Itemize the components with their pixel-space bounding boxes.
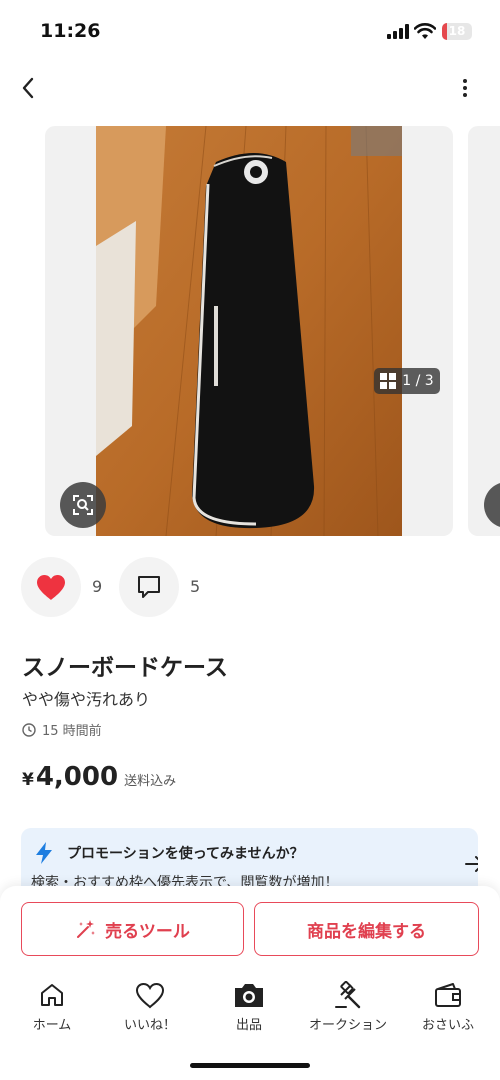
back-button[interactable] [12,72,44,104]
tab-wallet-label: おさいふ [421,1018,474,1033]
grid-icon [380,373,397,389]
like-button[interactable] [21,557,81,617]
image-counter: 1 / 3 [374,368,440,394]
edit-item-button[interactable]: 商品を編集する [254,902,479,956]
gavel-icon [335,981,361,1009]
image-carousel[interactable]: 1 / 3 [0,126,500,536]
bolt-icon [36,842,52,864]
comment-icon [138,576,160,598]
shipping-label: 送料込み [124,774,177,789]
home-indicator [190,1063,310,1068]
like-count: 9 [92,577,103,596]
carousel-slide[interactable]: 1 / 3 [45,126,453,536]
lens-search-button[interactable] [60,482,106,528]
posted-time-label: 15 時間前 [42,724,102,739]
price-value: 4,000 [35,762,119,792]
tab-wallet[interactable]: おさいふ [398,980,498,1033]
arrow-right-icon [465,856,478,872]
price-currency: ¥ [22,770,34,790]
sell-tool-label: 売るツール [105,921,190,942]
tab-likes[interactable]: いいね！ [100,980,200,1033]
carousel-slide-next[interactable] [468,126,500,536]
tab-listing-label: 出品 [235,1018,262,1033]
posted-time: 15 時間前 [22,720,102,739]
battery-icon: 18 [442,23,472,40]
product-title: スノーボードケース [22,655,228,681]
tab-auction-label: オークション [308,1018,387,1033]
edit-item-label: 商品を編集する [307,921,426,942]
promotion-title: プロモーションを使ってみませんか？ [67,846,304,862]
price: ¥ 4,000 送料込み [22,762,176,792]
comment-count: 5 [190,577,201,596]
tab-home-label: ホーム [32,1018,72,1033]
camera-icon [235,984,263,1007]
back-icon [22,77,34,99]
more-button[interactable] [450,72,480,104]
wifi-icon [414,23,436,39]
battery-level: 18 [448,24,466,38]
status-bar: 11:26 18 [0,0,500,60]
tab-home[interactable]: ホーム [2,980,102,1033]
heart-icon [37,574,65,600]
sell-tool-button[interactable]: 売るツール [21,902,244,956]
sparkle-wand-icon [77,920,96,938]
signal-icon [387,24,409,39]
tab-likes-label: いいね！ [123,1018,176,1033]
image-counter-label: 1 / 3 [402,373,434,389]
comment-button[interactable] [119,557,179,617]
heart-outline-icon [135,982,165,1008]
tab-auction[interactable]: オークション [298,980,398,1033]
action-sheet: 売るツール 商品を編集する ホーム いいね！ 出品 オークション おさいふ [0,886,500,1080]
home-icon [41,984,63,1006]
more-icon [463,79,467,83]
product-photo [96,126,402,536]
lens-search-icon [73,495,93,515]
clock-icon [22,722,36,737]
tab-listing[interactable]: 出品 [199,980,299,1033]
wallet-icon [435,983,461,1007]
product-condition: やや傷や汚れあり [22,690,151,709]
status-time: 11:26 [40,20,101,42]
tab-bar: ホーム いいね！ 出品 オークション おさいふ [0,980,500,1040]
